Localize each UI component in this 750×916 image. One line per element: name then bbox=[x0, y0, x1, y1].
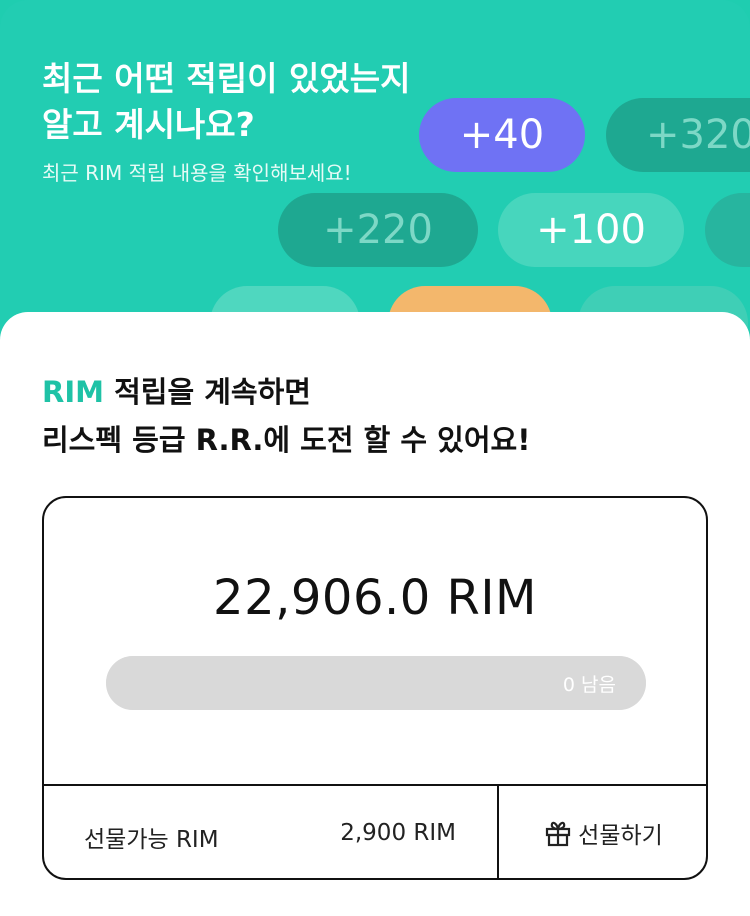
rim-balance-box: 22,906.0 RIM 0 남음 선물가능 RIM 2,900 RIM 선물하… bbox=[42, 496, 708, 880]
card-heading-line1: RIM 적립을 계속하면 bbox=[42, 368, 530, 416]
gift-icon bbox=[544, 819, 572, 847]
hero-banner: 최근 어떤 적립이 있었는지 알고 계시나요? 최근 RIM 적립 내용을 확인… bbox=[0, 0, 750, 340]
hero-title: 최근 어떤 적립이 있었는지 알고 계시나요? bbox=[42, 56, 410, 148]
reward-pill-320: +320 bbox=[606, 98, 750, 172]
rim-balance-amount: 22,906.0 RIM bbox=[213, 570, 537, 626]
gift-button[interactable]: 선물하기 bbox=[499, 786, 706, 878]
hero-subtitle: 최근 RIM 적립 내용을 확인해보세요! bbox=[42, 161, 352, 185]
card-heading-line1-rest: 적립을 계속하면 bbox=[103, 375, 311, 409]
gift-available-value: 2,900 RIM bbox=[340, 820, 456, 846]
reward-pill-100: +100 bbox=[498, 193, 684, 267]
gift-button-label: 선물하기 bbox=[578, 823, 663, 849]
rim-accent: RIM bbox=[42, 375, 104, 409]
reward-pill-partial bbox=[705, 193, 750, 267]
grade-progress-bar: 0 남음 bbox=[106, 656, 646, 710]
card-heading: RIM 적립을 계속하면 리스펙 등급 R.R.에 도전 할 수 있어요! bbox=[42, 368, 530, 464]
gift-available-label: 선물가능 RIM bbox=[84, 827, 219, 853]
rim-card: RIM 적립을 계속하면 리스펙 등급 R.R.에 도전 할 수 있어요! 22… bbox=[0, 312, 750, 916]
hero-title-line2: 알고 계시나요? bbox=[42, 105, 255, 144]
reward-pill-220: +220 bbox=[278, 193, 478, 267]
hero-title-line1: 최근 어떤 적립이 있었는지 bbox=[42, 59, 411, 98]
reward-pill-40: +40 bbox=[419, 98, 585, 172]
grade-progress-label: 0 남음 bbox=[562, 674, 616, 696]
card-heading-line2: 리스펙 등급 R.R.에 도전 할 수 있어요! bbox=[42, 423, 531, 457]
